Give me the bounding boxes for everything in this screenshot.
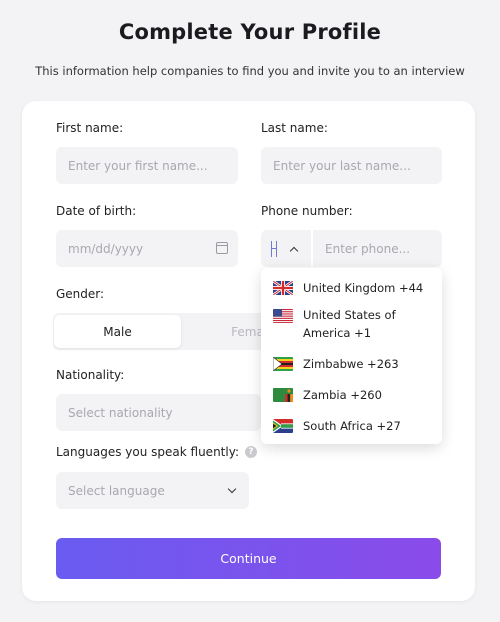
us-flag-icon (273, 309, 293, 323)
first-name-label: First name: (56, 121, 124, 135)
country-option-south-africa[interactable]: South Africa +27 (261, 412, 442, 440)
help-icon[interactable]: ? (244, 445, 257, 458)
country-option-uk[interactable]: United Kingdom +44 (261, 274, 442, 302)
last-name-label: Last name: (261, 121, 328, 135)
country-option-label: South Africa +27 (303, 419, 401, 433)
nationality-placeholder: Select nationality (68, 405, 173, 420)
last-name-placeholder: Enter your last name... (273, 158, 411, 173)
dob-placeholder: mm/dd/yyyy (68, 241, 144, 256)
page-title: Complete Your Profile (118, 20, 382, 44)
uk-flag-icon (273, 281, 293, 295)
nationality-select[interactable]: Select nationality (56, 394, 261, 431)
gender-option-male[interactable]: Male (54, 315, 181, 348)
country-code-dropdown: United Kingdom +44 United States of Amer… (261, 268, 442, 444)
phone-input[interactable]: Enter phone... (313, 230, 442, 267)
country-option-zambia[interactable]: Zambia +260 (261, 381, 442, 409)
country-option-zimbabwe[interactable]: Zimbabwe +263 (261, 350, 442, 378)
country-option-label: United Kingdom +44 (303, 281, 424, 295)
country-option-label: United States of America +1 (303, 308, 396, 340)
phone-label: Phone number: (261, 204, 353, 218)
continue-button[interactable]: Continue (56, 538, 441, 579)
south-africa-flag-icon (273, 419, 293, 433)
last-name-input[interactable]: Enter your last name... (261, 147, 442, 184)
country-option-label: Zambia +260 (303, 388, 382, 402)
first-name-placeholder: Enter your first name... (68, 158, 208, 173)
chevron-down-icon (227, 484, 237, 494)
language-select[interactable]: Select language (56, 472, 249, 509)
phone-country-select[interactable] (261, 230, 311, 267)
dob-input[interactable]: mm/dd/yyyy (56, 230, 238, 267)
calendar-icon[interactable] (216, 242, 228, 254)
page-subtitle: This information help companies to find … (35, 64, 465, 78)
nationality-label: Nationality: (56, 368, 125, 382)
phone-placeholder: Enter phone... (325, 241, 411, 256)
gender-label: Gender: (56, 287, 105, 301)
country-code-cursor-icon (271, 240, 277, 257)
first-name-input[interactable]: Enter your first name... (56, 147, 238, 184)
zambia-flag-icon (273, 388, 293, 402)
chevron-up-icon (289, 246, 299, 255)
languages-label: Languages you speak fluently:? (56, 445, 257, 459)
dob-label: Date of birth: (56, 204, 137, 218)
country-option-us[interactable]: United States of America +1 (261, 304, 442, 348)
zimbabwe-flag-icon (273, 357, 293, 371)
language-placeholder: Select language (68, 483, 165, 498)
country-option-label: Zimbabwe +263 (303, 357, 399, 371)
languages-label-text: Languages you speak fluently: (56, 445, 239, 459)
